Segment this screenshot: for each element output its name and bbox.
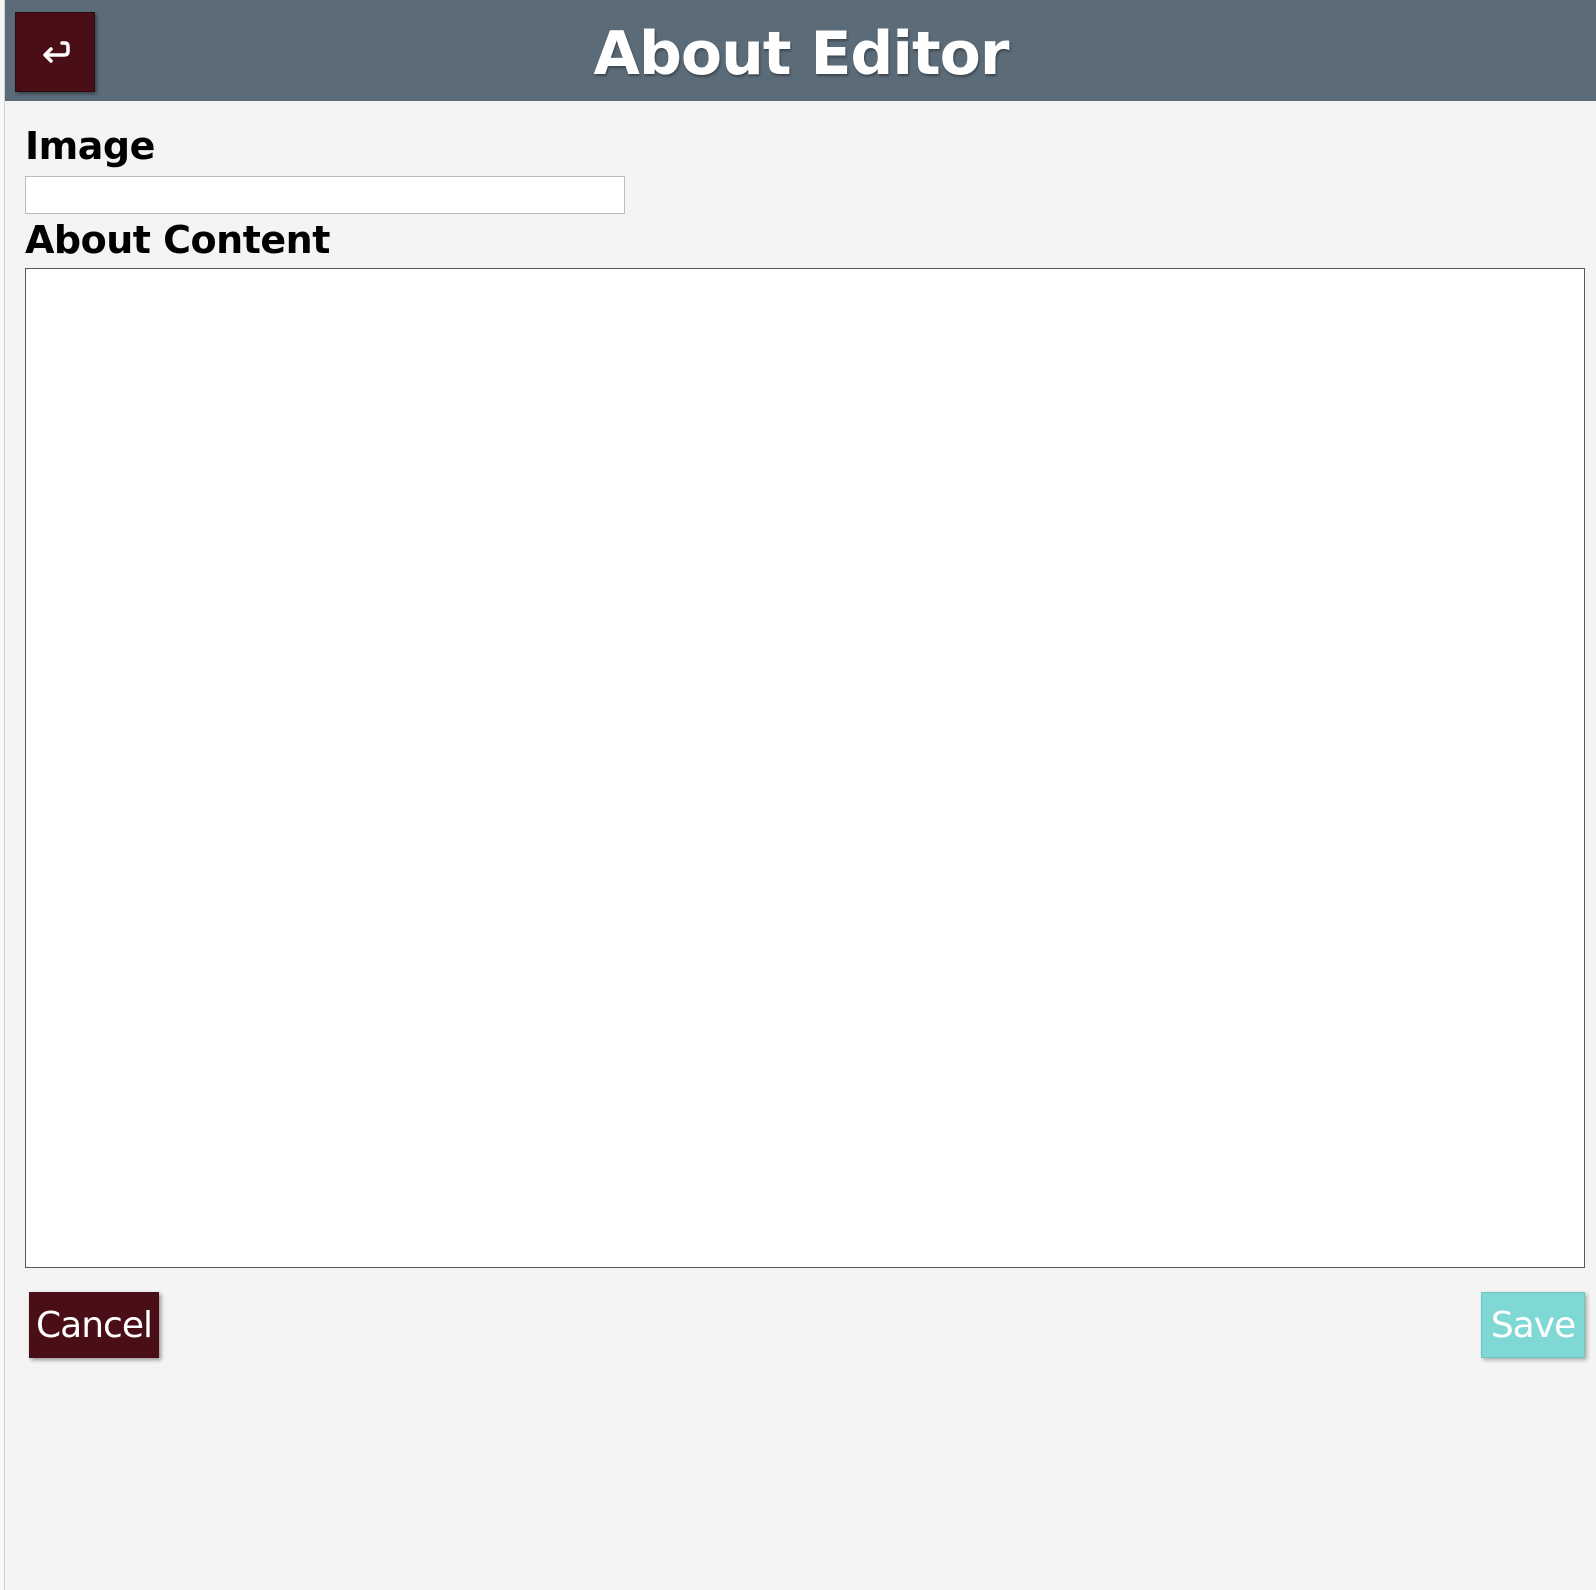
about-content-textarea[interactable]	[25, 268, 1585, 1268]
image-input[interactable]	[25, 176, 625, 214]
about-content-label: About Content	[25, 218, 330, 262]
back-button[interactable]	[15, 12, 95, 92]
cancel-button[interactable]: Cancel	[29, 1292, 159, 1358]
return-arrow-icon	[43, 41, 70, 63]
image-label: Image	[25, 124, 155, 168]
dialog-header	[5, 0, 1596, 101]
save-button[interactable]: Save	[1481, 1292, 1585, 1358]
about-editor-dialog: About Editor Image About Content Cancel …	[4, 0, 1596, 1590]
